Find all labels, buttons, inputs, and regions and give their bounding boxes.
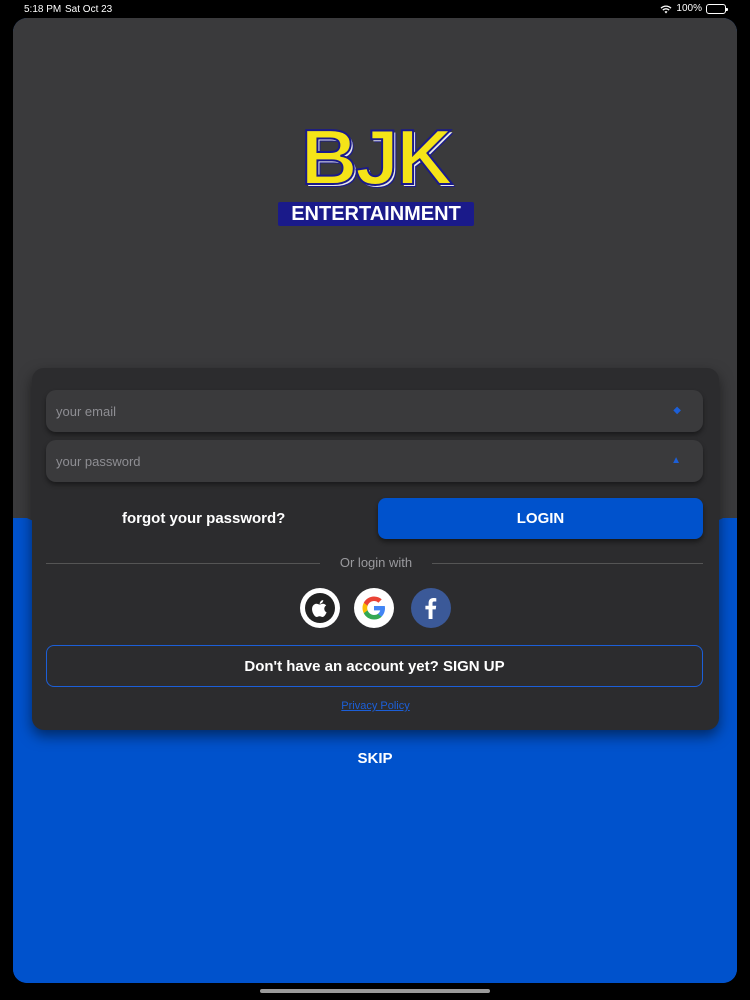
status-date: Sat Oct 23 xyxy=(65,4,113,15)
logo-title: BJK xyxy=(300,112,454,202)
status-time: 5:18 PM xyxy=(24,4,62,15)
divider-line-right xyxy=(432,563,703,564)
logo-subtitle: ENTERTAINMENT xyxy=(278,202,474,226)
divider-label: Or login with xyxy=(339,555,413,570)
status-bar: 5:18 PM Sat Oct 23 100% xyxy=(0,0,750,18)
social-divider: Or login with xyxy=(46,555,703,571)
apple-icon xyxy=(305,593,335,623)
forgot-password-link[interactable]: forgot your password? xyxy=(122,510,285,527)
password-input[interactable] xyxy=(46,440,703,482)
battery-icon xyxy=(706,3,728,14)
divider-line-left xyxy=(46,563,320,564)
signup-button[interactable]: Don't have an account yet? SIGN UP xyxy=(46,645,703,687)
login-button[interactable]: LOGIN xyxy=(378,498,703,539)
skip-button[interactable]: SKIP xyxy=(330,750,420,767)
email-input[interactable] xyxy=(46,390,703,432)
facebook-login-button[interactable] xyxy=(411,588,451,628)
brand-logo: BJK ENTERTAINMENT xyxy=(278,112,474,228)
google-icon xyxy=(362,596,385,620)
google-login-button[interactable] xyxy=(354,588,394,628)
privacy-policy-link[interactable]: Privacy Policy xyxy=(32,700,719,712)
email-field[interactable]: ◆ xyxy=(46,390,703,432)
facebook-icon xyxy=(425,598,437,619)
apple-login-button[interactable] xyxy=(300,588,340,628)
battery-percent: 100% xyxy=(676,3,702,14)
password-field-icon: ▲ xyxy=(671,455,681,466)
status-indicators: 100% xyxy=(660,3,728,14)
email-field-icon: ◆ xyxy=(673,405,681,416)
wifi-icon xyxy=(660,4,672,13)
login-card: ◆ ▲ forgot your password? LOGIN Or login… xyxy=(32,368,719,730)
home-indicator xyxy=(260,989,490,993)
password-field[interactable]: ▲ xyxy=(46,440,703,482)
